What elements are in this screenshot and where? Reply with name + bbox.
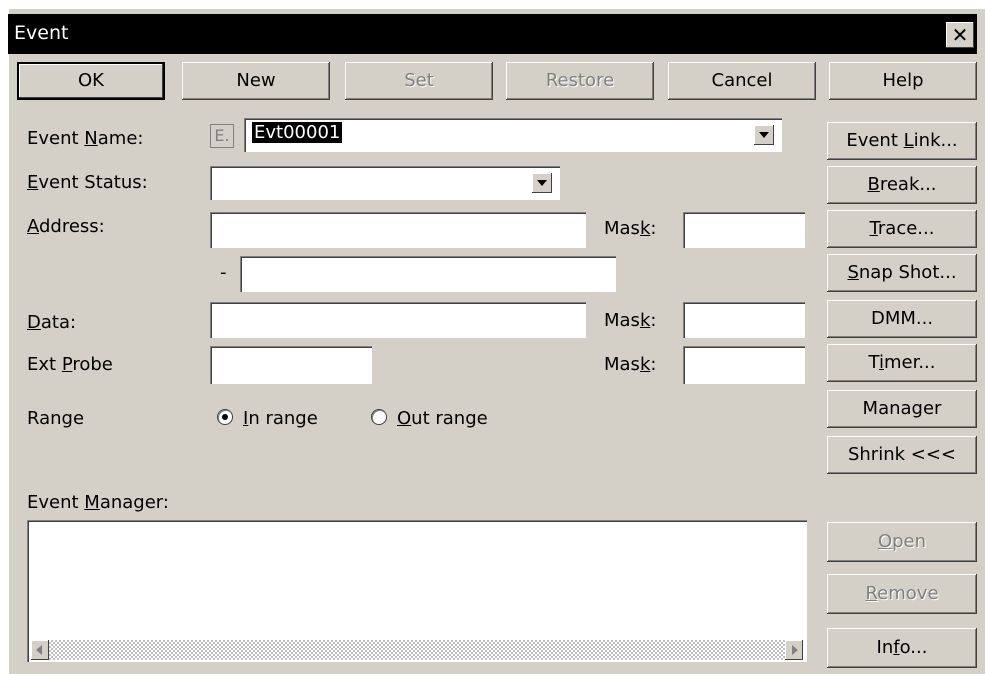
address-mask-input[interactable] [683, 212, 805, 248]
remove-button[interactable]: Remove [827, 574, 977, 614]
in-range-label[interactable]: In range [243, 408, 318, 429]
new-button[interactable]: New [182, 62, 330, 100]
data-input[interactable] [210, 302, 586, 338]
help-button[interactable]: Help [829, 62, 977, 100]
open-button[interactable]: Open [827, 522, 977, 562]
close-button[interactable]: ✕ [946, 22, 974, 48]
event-link-button[interactable]: Event Link... [827, 122, 977, 160]
chevron-down-icon[interactable] [532, 173, 552, 193]
chevron-down-icon[interactable] [754, 125, 774, 145]
data-label: Data: [27, 312, 77, 333]
in-range-radio[interactable] [218, 410, 232, 424]
break-button[interactable]: Break... [827, 166, 977, 204]
out-range-label[interactable]: Out range [397, 408, 488, 429]
ext-probe-mask-input[interactable] [683, 346, 805, 384]
address-input[interactable] [210, 212, 586, 248]
event-manager-list[interactable] [27, 520, 807, 662]
manager-button[interactable]: Manager [827, 390, 977, 428]
title-bar[interactable]: Event ✕ [8, 14, 977, 54]
event-name-label: Event Name: [27, 128, 144, 149]
close-icon: ✕ [951, 23, 969, 47]
event-name-combo[interactable]: Evt00001 [244, 118, 782, 152]
address-mask-label: Mask: [604, 218, 657, 239]
data-mask-label: Mask: [604, 310, 657, 331]
event-status-combo[interactable] [210, 166, 560, 200]
range-label: Range [27, 408, 85, 429]
snap-shot-button[interactable]: Snap Shot... [827, 254, 977, 292]
out-range-radio[interactable] [372, 410, 386, 424]
timer-button[interactable]: Timer... [827, 344, 977, 382]
window-title: Event [14, 22, 69, 44]
restore-button[interactable]: Restore [506, 62, 654, 100]
ok-button[interactable]: OK [17, 62, 165, 100]
data-mask-input[interactable] [683, 302, 805, 338]
dmm-button[interactable]: DMM... [827, 300, 977, 338]
ext-probe-label: Ext Probe [27, 354, 113, 375]
horizontal-scrollbar[interactable] [31, 640, 803, 660]
set-button[interactable]: Set [345, 62, 493, 100]
address-end-input[interactable] [240, 256, 616, 292]
scroll-right-icon[interactable] [785, 640, 803, 660]
ext-probe-mask-label: Mask: [604, 354, 657, 375]
shrink-button[interactable]: Shrink <<< [827, 436, 977, 474]
ext-probe-input[interactable] [210, 346, 372, 384]
event-manager-label: Event Manager: [27, 492, 169, 513]
event-name-value[interactable]: Evt00001 [252, 122, 343, 143]
scroll-left-icon[interactable] [31, 640, 49, 660]
range-dash: - [220, 262, 227, 283]
info-button[interactable]: Info... [827, 628, 977, 668]
cancel-button[interactable]: Cancel [668, 62, 816, 100]
event-status-label: Event Status: [27, 172, 148, 193]
event-type-icon: E. [210, 124, 234, 148]
address-label: Address: [27, 216, 105, 237]
trace-button[interactable]: Trace... [827, 210, 977, 248]
